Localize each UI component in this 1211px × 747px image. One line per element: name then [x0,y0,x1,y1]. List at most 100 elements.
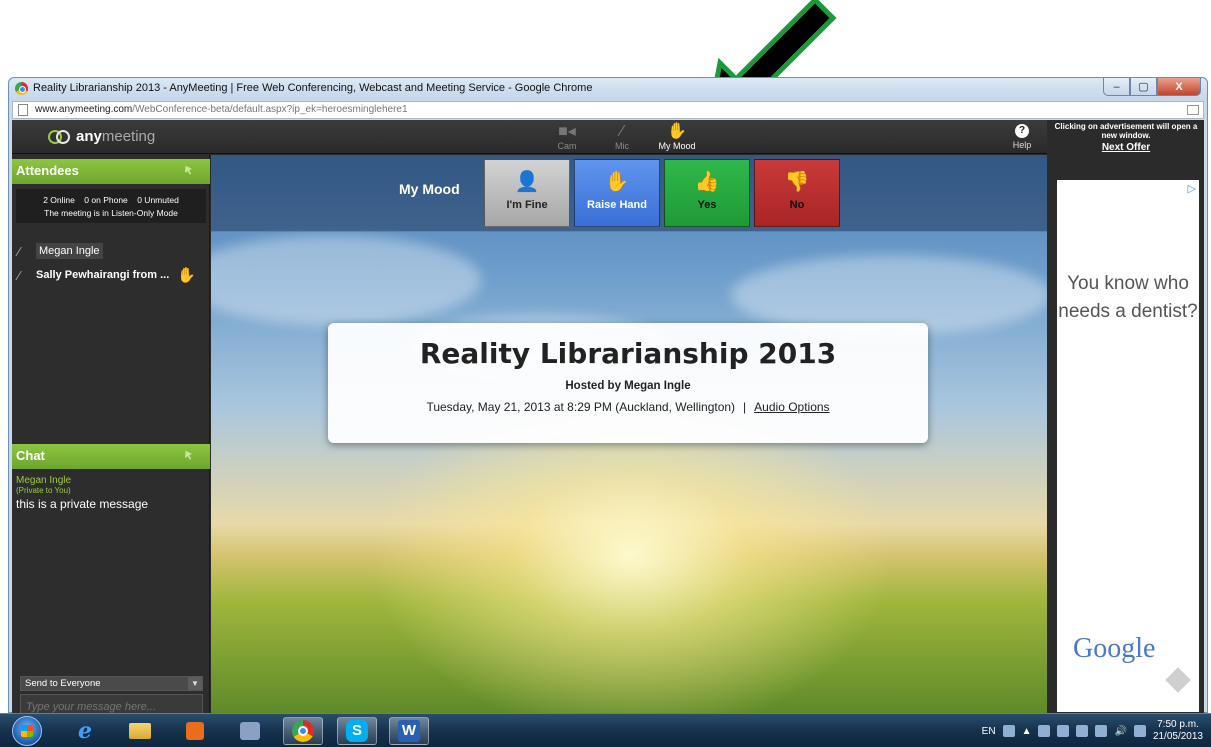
thumbs-up-icon: 👍 [694,171,720,193]
attendees-status: 2 Online 0 on Phone 0 Unmuted The meetin… [16,189,206,223]
attendee-name: Megan Ingle [36,243,103,259]
my-mood-button[interactable]: ✋ My Mood [652,123,702,151]
ad-column: Clicking on advertisement will open a ne… [1047,120,1204,714]
ad-choices-icon[interactable]: ▷ [1188,182,1196,195]
url-text[interactable]: www.anymeeting.com/WebConference-beta/de… [35,104,408,115]
chrome-favicon-icon [15,82,28,95]
keyboard-icon[interactable] [1002,725,1015,737]
windows-taskbar: e S W EN ▲ 🔊 7:50 p.m. 21/05/2013 [0,713,1211,747]
action-center-icon[interactable] [1057,725,1070,737]
mic-muted-icon: ⁄ [620,123,624,140]
mood-raise-hand-button[interactable]: ✋ Raise Hand [574,159,660,227]
screenshot-root: Reality Librarianship 2013 - AnyMeeting … [0,0,1211,747]
meeting-stage: My Mood 👤 I'm Fine ✋ Raise Hand 👍 Yes 👎 … [211,155,1047,714]
ad-notice: Clicking on advertisement will open a ne… [1054,122,1198,140]
url-host: www.anymeeting.com [35,104,133,115]
signal-icon[interactable] [1038,725,1051,737]
mood-bar: My Mood 👤 I'm Fine ✋ Raise Hand 👍 Yes 👎 … [211,155,1047,232]
media-player-icon[interactable] [175,717,215,745]
anymeeting-logo: anymeeting [48,128,155,145]
skype-taskbar-button[interactable]: S [337,717,377,745]
thumbs-down-icon: 👎 [784,171,810,193]
url-path: /WebConference-beta/default.aspx?ip_ek=h… [132,104,408,115]
chat-message-list: Megan Ingle (Private to You) this is a p… [16,475,206,511]
window-title: Reality Librarianship 2013 - AnyMeeting … [33,82,593,94]
background-cloud [211,235,481,325]
mic-muted-icon: ⁄ [18,243,21,259]
mic-muted-icon: ⁄ [18,267,21,283]
chat-title: Chat [16,448,45,463]
display-icon[interactable] [1095,725,1108,737]
logo-text-meeting: meeting [101,128,156,145]
audio-options-link[interactable]: Audio Options [754,400,829,414]
ad-text[interactable]: You know who needs a dentist? [1057,270,1199,326]
help-button[interactable]: ? Help [1002,124,1042,150]
hand-icon: ✋ [667,123,687,140]
maximize-button[interactable]: ▢ [1130,78,1157,96]
mood-im-fine-button[interactable]: 👤 I'm Fine [484,159,570,227]
mood-no-label: No [789,199,805,211]
chat-input[interactable] [20,694,203,714]
page-icon [18,104,28,116]
left-panel: Attendees 2 Online 0 on Phone 0 Unmuted … [12,155,210,714]
google-logo: Google [1073,633,1156,664]
mood-no-button[interactable]: 👎 No [754,159,840,227]
listen-only-notice: The meeting is in Listen-Only Mode [44,208,178,218]
paint-icon[interactable] [230,717,270,745]
anymeeting-app: anymeeting ■◂ Cam ⁄ Mic ✋ My Mood ? Help [12,120,1204,714]
mood-label: My Mood [399,181,460,197]
start-button[interactable] [12,716,42,746]
person-icon: 👤 [514,171,540,193]
meeting-info-card: Reality Librarianship 2013 Hosted by Meg… [328,323,928,443]
next-offer-link[interactable]: Next Offer [1051,142,1201,153]
cam-button[interactable]: ■◂ Cam [542,123,592,151]
network-icon[interactable] [1076,725,1089,737]
close-button[interactable]: X [1157,78,1201,96]
chat-message-text: this is a private message [16,497,149,511]
app-toolbar: anymeeting ■◂ Cam ⁄ Mic ✋ My Mood ? Help [12,120,1047,154]
chrome-window: Reality Librarianship 2013 - AnyMeeting … [8,77,1208,714]
window-controls: – ▢ X [1103,78,1201,96]
dropbox-icon[interactable] [1133,725,1146,737]
attendee-row[interactable]: ⁄ Megan Ingle [18,241,103,261]
mood-im-fine-label: I'm Fine [506,199,548,211]
attendees-title: Attendees [16,163,79,178]
clock[interactable]: 7:50 p.m. 21/05/2013 [1153,719,1203,743]
address-bar[interactable]: www.anymeeting.com/WebConference-beta/de… [12,101,1204,119]
help-label: Help [1012,140,1032,150]
minimize-button[interactable]: – [1103,78,1130,96]
chevron-down-icon: ▼ [188,677,202,690]
logo-rings-icon [48,129,70,144]
pin-icon[interactable] [182,449,194,462]
my-mood-label: My Mood [658,141,696,151]
page-action-icon[interactable] [1187,105,1199,115]
file-explorer-icon[interactable] [120,717,160,745]
word-taskbar-button[interactable]: W [389,717,429,745]
chrome-taskbar-button[interactable] [283,717,323,745]
mood-yes-button[interactable]: 👍 Yes [664,159,750,227]
attendee-counts: 2 Online 0 on Phone 0 Unmuted [43,195,179,205]
advertisement[interactable]: ▷ You know who needs a dentist? Google [1057,180,1199,712]
chat-header[interactable]: Chat [12,444,210,469]
clock-date: 21/05/2013 [1152,731,1203,742]
language-indicator[interactable]: EN [982,726,996,737]
pin-icon[interactable] [182,164,194,177]
meeting-datetime: Tuesday, May 21, 2013 at 8:29 PM (Auckla… [426,400,736,414]
mic-button[interactable]: ⁄ Mic [597,123,647,151]
volume-icon[interactable]: 🔊 [1114,726,1126,737]
meeting-title: Reality Librarianship 2013 [419,337,837,370]
mood-raise-hand-label: Raise Hand [587,199,647,211]
hand-icon: ✋ [604,171,630,193]
show-hidden-icons-icon[interactable]: ▲ [1022,726,1032,737]
attendee-row[interactable]: ⁄ Sally Pewhairangi from ... ✋ [18,265,196,285]
window-titlebar[interactable]: Reality Librarianship 2013 - AnyMeeting … [9,78,1207,100]
mic-label: Mic [615,141,629,151]
system-tray: EN ▲ 🔊 7:50 p.m. 21/05/2013 [982,718,1203,744]
chat-privacy-note: (Private to You) [16,486,71,495]
meeting-host: Hosted by Megan Ingle [565,380,691,392]
internet-explorer-icon[interactable]: e [65,717,105,745]
attendees-header[interactable]: Attendees [12,159,210,184]
send-to-select[interactable]: Send to Everyone ▼ [20,676,203,691]
logo-text-any: any [76,128,102,145]
mood-yes-label: Yes [697,199,717,211]
